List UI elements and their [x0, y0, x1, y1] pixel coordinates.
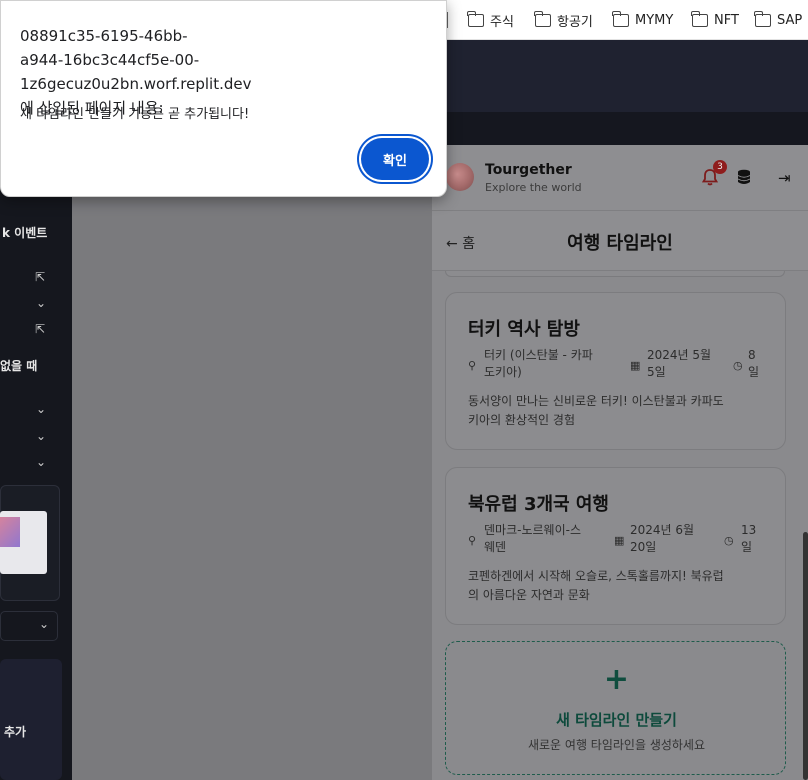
clock-icon: ◷ — [724, 534, 734, 547]
new-timeline-title: 새 타임라인 만들기 — [556, 711, 677, 729]
sidebar-thumbnail — [0, 511, 47, 574]
page-title: 여행 타임라인 — [567, 233, 673, 254]
timeline-date: 2024년 5월 5일 — [647, 348, 712, 379]
page-scrollbar[interactable] — [803, 532, 808, 780]
alert-dialog: 08891c35-6195-46bb- a944-16bc3c44cf5e-00… — [0, 0, 447, 197]
database-icon[interactable] — [737, 169, 751, 185]
brand-name: Tourgether — [485, 162, 572, 178]
bookmark-folder-aircraft[interactable]: 항공기 — [534, 10, 593, 30]
sidebar-event-label[interactable]: k 이벤트 — [2, 224, 47, 241]
bookmark-label: NFT — [714, 12, 739, 28]
timeline-card[interactable]: 북유럽 3개국 여행 ⚲ 덴마크-노르웨이-스 웨덴 ▦ 2024년 6월 20일 … — [445, 467, 786, 625]
chevron-down-icon[interactable]: ⌄ — [36, 296, 46, 310]
plus-icon: + — [603, 662, 630, 697]
page-header: ← 홈 여행 타임라인 — [432, 211, 808, 271]
clock-icon: ◷ — [733, 359, 743, 372]
folder-icon — [691, 10, 708, 27]
new-timeline-subtitle: 새로운 여행 타임라인을 생성하세요 — [527, 738, 706, 752]
brand-tagline: Explore the world — [485, 181, 582, 194]
chevron-down-icon[interactable]: ⌄ — [36, 429, 46, 443]
chevron-down-icon[interactable]: ⌄ — [36, 455, 46, 469]
bookmark-label: 항공기 — [557, 14, 593, 30]
folder-icon — [467, 10, 484, 27]
timeline-location: 터키 (이스탄불 - 카파 도키아) — [484, 348, 593, 379]
left-sidebar: k 이벤트 ⇱ ⌄ ⇱ 없을 때 ⌄ ⌄ ⌄ ⌄ 추가 — [0, 145, 72, 780]
timeline-duration: 8일 — [748, 348, 760, 379]
modal-backdrop — [72, 145, 432, 780]
bookmark-folder-stocks[interactable]: 주식 — [467, 10, 514, 30]
logout-icon[interactable]: ⇥ — [778, 169, 791, 187]
folder-icon — [612, 10, 629, 27]
timeline-description: 코펜하겐에서 시작해 오슬로, 스톡홀름까지! 북유럽 의 아름다운 자연과 문화 — [468, 569, 724, 602]
sidebar-add-label: 추가 — [4, 725, 27, 739]
bookmark-label: MYMY — [635, 12, 674, 28]
bookmarks-separator — [447, 12, 448, 28]
chevron-down-icon[interactable]: ⌄ — [36, 402, 46, 416]
folder-icon — [754, 10, 771, 27]
timeline-list: 터키 역사 탐방 ⚲ 터키 (이스탄불 - 카파 도키아) ▦ 2024년 5월 5… — [432, 271, 808, 780]
dialog-ok-button[interactable]: 확인 — [361, 138, 429, 180]
sidebar-add-panel[interactable]: 추가 — [0, 659, 62, 780]
map-pin-icon: ⚲ — [468, 534, 477, 547]
calendar-icon: ▦ — [614, 534, 625, 547]
calendar-icon: ▦ — [630, 359, 641, 372]
dialog-message: 새 타임라인 만들기 기능은 곧 추가됩니다! — [20, 107, 250, 122]
timeline-title: 북유럽 3개국 여행 — [468, 494, 609, 515]
timeline-duration: 13 일 — [741, 523, 757, 554]
bookmark-folder-sap[interactable]: SAP — [754, 10, 803, 30]
external-link-icon[interactable]: ⇱ — [35, 270, 45, 284]
timeline-card[interactable]: 터키 역사 탐방 ⚲ 터키 (이스탄불 - 카파 도키아) ▦ 2024년 5월 5… — [445, 292, 786, 450]
timeline-location: 덴마크-노르웨이-스 웨덴 — [484, 523, 581, 554]
bookmark-label: 주식 — [490, 14, 514, 30]
external-link-icon[interactable]: ⇱ — [35, 322, 45, 336]
timeline-date: 2024년 6월 20일 — [630, 523, 695, 554]
previous-card-edge — [445, 271, 785, 277]
bookmark-label: SAP — [777, 12, 803, 28]
bookmark-folder-nft[interactable]: NFT — [691, 10, 739, 30]
new-timeline-button[interactable]: + 새 타임라인 만들기 새로운 여행 타임라인을 생성하세요 — [445, 641, 786, 775]
app-header: Tourgether Explore the world 3 ⇥ — [432, 145, 808, 211]
sidebar-empty-label[interactable]: 없을 때 — [0, 357, 37, 374]
chevron-down-icon: ⌄ — [39, 617, 50, 631]
folder-icon — [534, 10, 551, 27]
timeline-app: Tourgether Explore the world 3 ⇥ ← 홈 여행 … — [432, 145, 808, 780]
timeline-description: 동서양이 만나는 신비로운 터키! 이스탄불과 카파도 키아의 환상적인 경험 — [468, 394, 724, 427]
sidebar-select[interactable]: ⌄ — [0, 611, 58, 641]
globe-logo-icon[interactable] — [446, 163, 474, 191]
bookmark-folder-mymy[interactable]: MYMY — [612, 10, 674, 30]
timeline-title: 터키 역사 탐방 — [468, 319, 580, 340]
notification-badge: 3 — [713, 160, 727, 174]
map-pin-icon: ⚲ — [468, 359, 477, 372]
